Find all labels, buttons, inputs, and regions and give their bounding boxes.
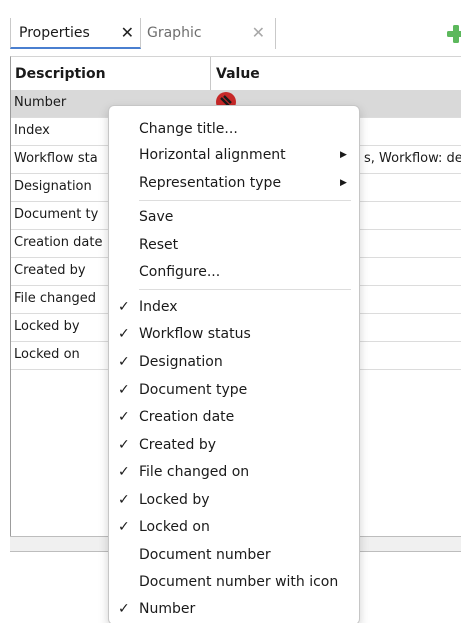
menu-item-label: File changed on — [139, 464, 250, 480]
menu-item-horizontal-alignment[interactable]: Horizontal alignment ▶ — [109, 142, 357, 168]
check-icon: ✓ — [118, 326, 130, 342]
menu-item-document-number[interactable]: Document number — [109, 542, 357, 568]
row-description: Index — [14, 123, 50, 138]
menu-item-label: Configure... — [139, 264, 221, 280]
row-description: Workflow sta — [14, 151, 98, 166]
row-description: Document ty — [14, 207, 99, 222]
menu-item-locked-by[interactable]: ✓ Locked by — [109, 487, 357, 513]
menu-item-label: Designation — [139, 354, 223, 370]
tab-strip: Properties ✕ Graphic ✕ — [0, 0, 461, 56]
submenu-arrow-icon: ▶ — [340, 150, 347, 160]
menu-item-label: Save — [139, 209, 174, 225]
green-plus-icon[interactable] — [446, 24, 461, 44]
check-icon: ✓ — [118, 299, 130, 315]
column-header-description[interactable]: Description — [15, 66, 106, 82]
check-icon: ✓ — [118, 409, 130, 425]
row-value: s, Workflow: de — [364, 151, 461, 166]
table-header: Description Value — [11, 57, 461, 91]
tab-graphic-label: Graphic — [147, 25, 202, 41]
menu-item-created-by[interactable]: ✓ Created by — [109, 432, 357, 458]
column-divider[interactable] — [210, 57, 211, 90]
close-icon[interactable]: ✕ — [252, 18, 265, 48]
check-icon: ✓ — [118, 464, 130, 480]
menu-item-save[interactable]: Save — [109, 204, 357, 230]
menu-item-label: Creation date — [139, 409, 235, 425]
menu-item-label: Reset — [139, 237, 179, 253]
menu-item-label: Index — [139, 299, 178, 315]
menu-item-label: Horizontal alignment — [139, 147, 286, 163]
properties-panel: Properties ✕ Graphic ✕ Description Value… — [0, 0, 461, 623]
menu-item-label: Change title... — [139, 121, 238, 137]
menu-item-index[interactable]: ✓ Index — [109, 294, 357, 320]
menu-item-label: Locked on — [139, 519, 210, 535]
row-description: Number — [14, 95, 67, 110]
menu-item-change-title[interactable]: Change title... — [109, 116, 357, 142]
check-icon: ✓ — [118, 492, 130, 508]
check-icon: ✓ — [118, 519, 130, 535]
submenu-arrow-icon: ▶ — [340, 178, 347, 188]
row-description: Locked by — [14, 319, 80, 334]
check-icon: ✓ — [118, 354, 130, 370]
menu-item-label: Locked by — [139, 492, 210, 508]
menu-item-designation[interactable]: ✓ Designation — [109, 349, 357, 375]
menu-item-label: Document number — [139, 547, 271, 563]
menu-item-file-changed-on[interactable]: ✓ File changed on — [109, 459, 357, 485]
row-description: Locked on — [14, 347, 80, 362]
menu-separator — [139, 200, 351, 201]
close-icon[interactable]: ✕ — [121, 18, 134, 48]
tab-properties[interactable]: Properties ✕ — [10, 18, 141, 49]
menu-item-creation-date[interactable]: ✓ Creation date — [109, 404, 357, 430]
check-icon: ✓ — [118, 382, 130, 398]
menu-item-configure[interactable]: Configure... — [109, 259, 357, 285]
menu-item-number[interactable]: ✓ Number — [109, 596, 357, 622]
row-description: Created by — [14, 263, 86, 278]
row-description: Creation date — [14, 235, 103, 250]
column-header-value[interactable]: Value — [216, 66, 260, 82]
check-icon: ✓ — [118, 437, 130, 453]
check-icon: ✓ — [118, 601, 130, 617]
menu-item-label: Created by — [139, 437, 217, 453]
tab-properties-label: Properties — [19, 25, 90, 41]
menu-item-label: Document number with icon — [139, 574, 339, 590]
menu-item-label: Number — [139, 601, 196, 617]
menu-item-label: Representation type — [139, 175, 282, 191]
row-description: File changed — [14, 291, 96, 306]
menu-item-label: Document type — [139, 382, 248, 398]
menu-separator — [139, 289, 351, 290]
menu-item-document-type[interactable]: ✓ Document type — [109, 377, 357, 403]
tab-graphic[interactable]: Graphic ✕ — [142, 18, 276, 49]
row-description: Designation — [14, 179, 92, 194]
menu-item-representation-type[interactable]: Representation type ▶ — [109, 170, 357, 196]
menu-item-locked-on[interactable]: ✓ Locked on — [109, 514, 357, 540]
menu-item-reset[interactable]: Reset — [109, 232, 357, 258]
context-menu: Change title... Horizontal alignment ▶ R… — [108, 105, 360, 623]
menu-item-label: Workflow status — [139, 326, 251, 342]
menu-item-document-number-with-icon[interactable]: Document number with icon — [109, 569, 357, 595]
menu-item-workflow-status[interactable]: ✓ Workflow status — [109, 321, 357, 347]
